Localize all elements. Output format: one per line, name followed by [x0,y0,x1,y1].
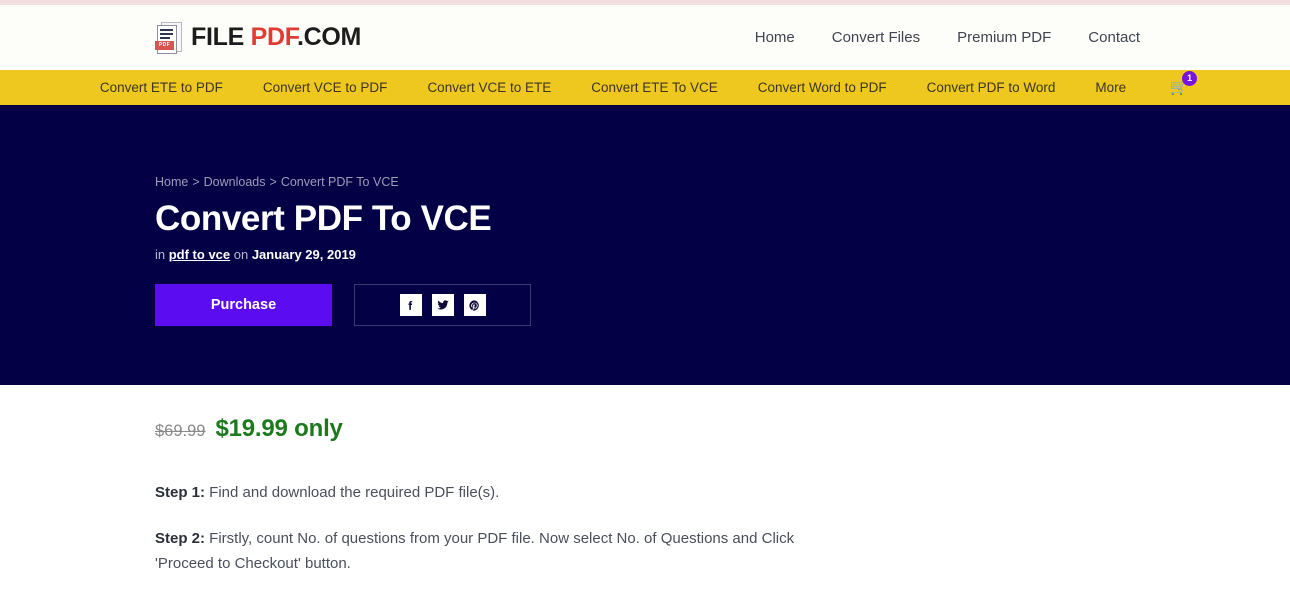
subnav-item-convert-word-to-pdf[interactable]: Convert Word to PDF [758,80,887,95]
hero-actions: Purchase [155,284,1290,327]
subnav-item-convert-ete-to-pdf[interactable]: Convert ETE to PDF [100,80,223,95]
breadcrumb-separator: > [192,175,200,189]
subnav-item-convert-vce-to-ete[interactable]: Convert VCE to ETE [427,80,551,95]
price-row: $69.99 $19.99 only [155,415,1290,443]
brand-name-red: PDF [250,23,298,51]
subnav-item-convert-vce-to-pdf[interactable]: Convert VCE to PDF [263,80,388,95]
step-2-text: Firstly, count No. of questions from you… [155,530,795,572]
meta-prefix: in [155,247,169,263]
subnav-item-convert-pdf-to-word[interactable]: Convert PDF to Word [927,80,1056,95]
brand-name-dark: FILE [191,23,251,51]
brand-name-tail: .COM [296,23,362,51]
step-1-label: Step 1: [155,484,206,501]
purchase-button[interactable]: Purchase [155,284,332,327]
breadcrumb-separator: > [269,175,277,189]
pinterest-icon [468,299,481,312]
sale-price: $19.99 only [215,415,343,442]
step-2-label: Step 2: [155,530,206,548]
subnav-item-convert-ete-to-vce[interactable]: Convert ETE To VCE [591,80,718,95]
nav-item-premium-pdf[interactable]: Premium PDF [957,29,1051,46]
instruction-step-1: Step 1: Find and download the required P… [155,481,800,505]
site-header: PDF FILE PDF.COM Home Convert Files Prem… [0,5,1290,70]
cart-count-badge: 1 [1182,70,1198,86]
pinterest-share-button[interactable] [463,294,486,317]
subnav-item-more[interactable]: More [1095,80,1126,95]
facebook-share-button[interactable] [399,294,422,317]
nav-item-convert-files[interactable]: Convert Files [832,29,920,46]
logo-pdf-badge: PDF [155,40,174,50]
original-price: $69.99 [155,422,206,440]
breadcrumb-item-downloads[interactable]: Downloads [204,175,266,189]
step-1-text: Find and download the required PDF file(… [205,484,500,501]
site-logo-link[interactable]: PDF FILE PDF.COM [155,21,361,54]
nav-item-home[interactable]: Home [755,29,795,46]
breadcrumb-item-current: Convert PDF To VCE [280,175,399,189]
nav-item-contact[interactable]: Contact [1088,29,1140,46]
primary-navigation: Home Convert Files Premium PDF Contact [755,29,1140,46]
pdf-document-icon: PDF [155,21,183,54]
page-title: Convert PDF To VCE [155,199,492,238]
brand-wordmark: FILE PDF.COM [191,23,361,52]
secondary-navigation: Convert ETE to PDF Convert VCE to PDF Co… [0,70,1290,105]
main-content: $69.99 $19.99 only Step 1: Find and down… [0,385,1290,576]
meta-middle: on [230,247,252,263]
facebook-icon [404,299,417,312]
meta-category-link[interactable]: pdf to vce [169,247,230,262]
twitter-share-button[interactable] [431,294,454,317]
breadcrumb: Home > Downloads > Convert PDF To VCE [155,175,1290,189]
twitter-icon [436,298,450,312]
breadcrumb-item-home[interactable]: Home [155,175,188,189]
instruction-step-2: Step 2: Firstly, count No. of questions … [155,527,800,576]
cart-button[interactable]: 🛒 1 [1168,70,1198,99]
meta-date: January 29, 2019 [251,247,356,263]
post-meta: in pdf to vce on January 29, 2019 [155,247,1290,262]
social-share-box [354,284,531,327]
hero-section: Home > Downloads > Convert PDF To VCE Conver… [0,105,1290,385]
